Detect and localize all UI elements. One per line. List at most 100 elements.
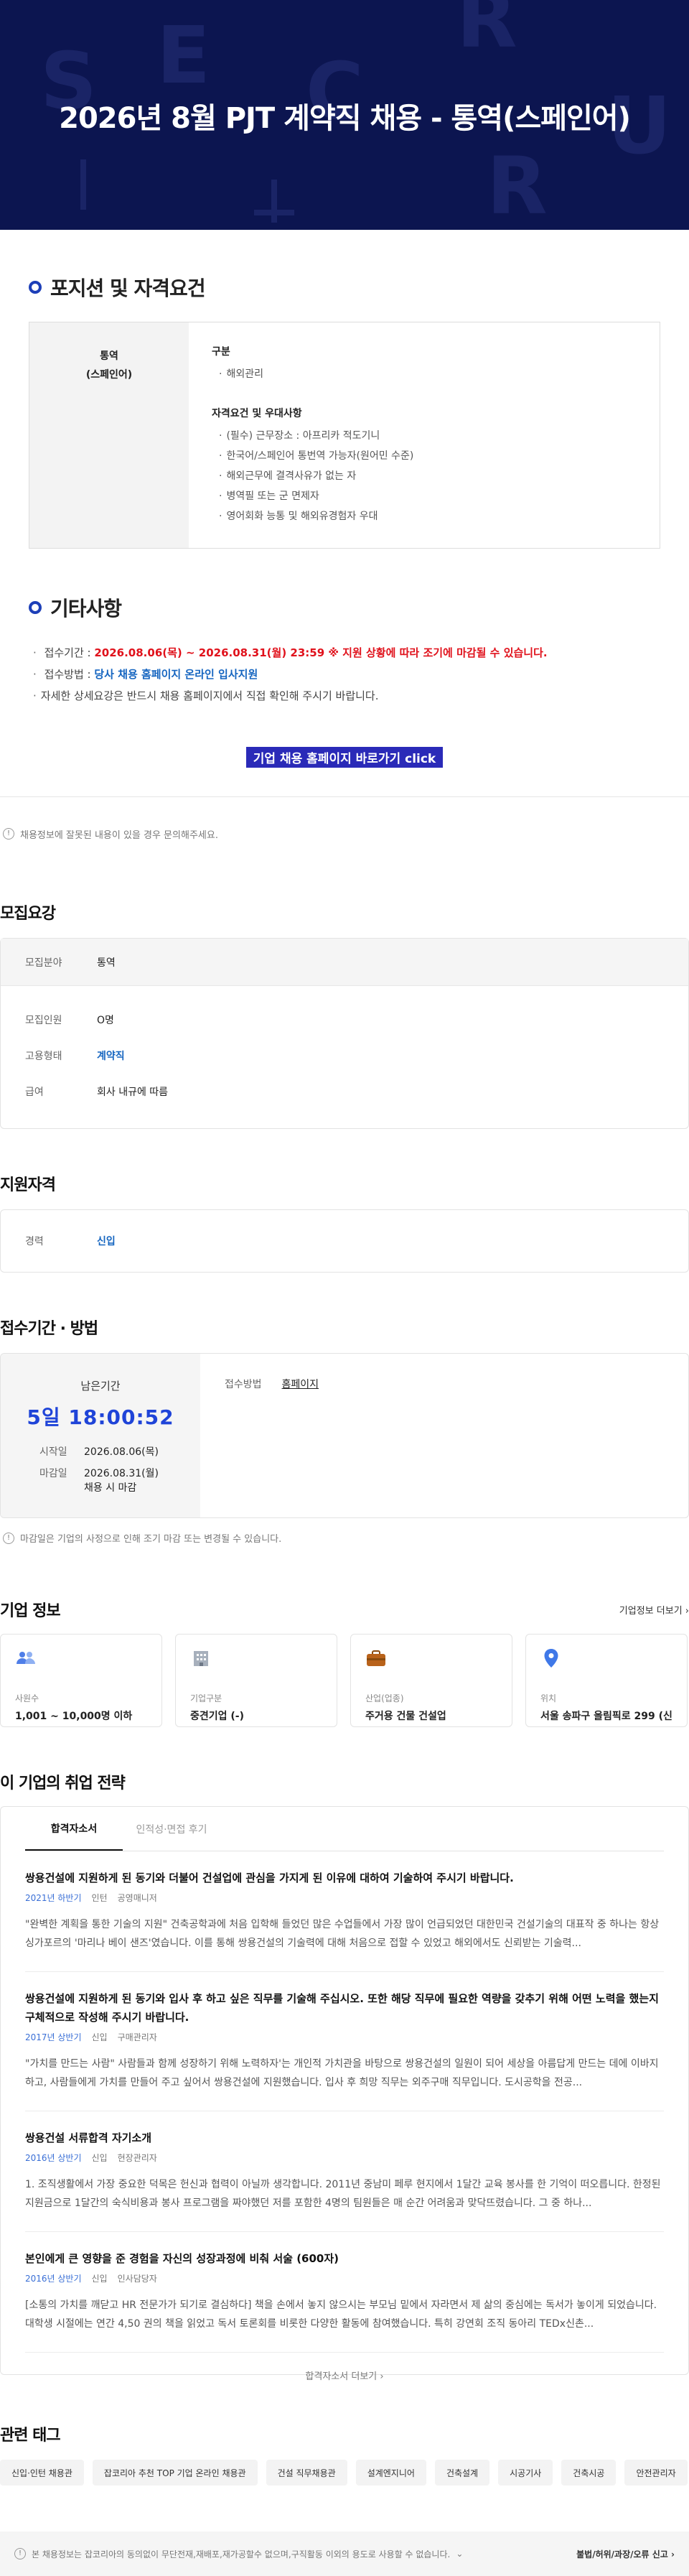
period-box: 남은기간 5일 18:00:52 시작일 2026.08.06(목) 마감일 2…: [0, 1353, 689, 1518]
period-countdown: 남은기간 5일 18:00:52 시작일 2026.08.06(목) 마감일 2…: [1, 1354, 200, 1517]
career-value-link[interactable]: 신입: [97, 1234, 116, 1248]
company-header: 기업 정보 기업정보 더보기 ›: [0, 1598, 689, 1621]
remain-timer: 5일 18:00:52: [27, 1405, 174, 1429]
recruit-row: 급여 회사 내규에 따름: [1, 1074, 688, 1110]
recruit-row-value: 회사 내규에 따름: [97, 1087, 169, 1098]
article-dept: 인사담당자: [117, 2274, 157, 2284]
hero-bg-letter: R: [456, 0, 517, 65]
end-note: 채용 시 마감: [84, 1482, 137, 1494]
tag-item[interactable]: 건축시공: [561, 2460, 617, 2486]
company-more-text: 기업정보 더보기: [619, 1605, 683, 1617]
article-title: 쌍용건설 서류합격 자기소개: [25, 2131, 152, 2144]
article-meta: 2021년 하반기 인턴 공영매니저: [25, 1892, 664, 1904]
card-value: 서울 송파구 올림픽로 299 (신천...: [540, 1711, 672, 1722]
period-title: 접수기간 · 방법: [0, 1320, 98, 1338]
strategy-tabs: 합격자소서 인적성·면접 후기: [25, 1807, 664, 1851]
hero-bg-bar: [271, 180, 277, 223]
apply-method-line: 접수방법 : 당사 채용 홈페이지 온라인 입사지원: [29, 664, 660, 685]
company-cards: 사원수 1,001 ~ 10,000명 이하 기업구분 중견기업 (-) 산업(…: [0, 1634, 689, 1727]
tab-interview-review[interactable]: 인적성·면접 후기: [123, 1807, 220, 1851]
article-year: 2017년 상반기: [25, 2032, 82, 2042]
qualification-table: 통역 (스페인어) 구분 해외관리 자격요건 및 우대사항 (필수) 근무장소 …: [29, 322, 660, 549]
division-label: 구분: [212, 346, 230, 358]
etc-heading-text: 기타사항: [50, 597, 122, 620]
article-body: "완벽한 계획을 통한 기술의 지원" 건축공학과에 처음 입학해 들었던 많은…: [25, 1919, 660, 1949]
qual-item: 병역필 또는 군 면제자: [212, 486, 637, 506]
footer-notice: ! 본 채용정보는 잡코리아의 동의없이 무단전재,재배포,재가공할수 없으며,…: [14, 2548, 463, 2560]
hero-bg-letter: R: [487, 140, 548, 230]
recruit-field-row: 모집분야 통역: [1, 939, 688, 986]
tags-title: 관련 태그: [0, 2427, 61, 2445]
chevron-right-icon: ›: [671, 2549, 675, 2559]
company-card-employees: 사원수 1,001 ~ 10,000명 이하: [0, 1634, 162, 1727]
tag-item[interactable]: 시공기사: [498, 2460, 553, 2486]
tag-item[interactable]: 설계엔지니어: [355, 2460, 426, 2486]
chevron-down-icon[interactable]: ⌄: [456, 2549, 463, 2559]
homepage-link[interactable]: 홈페이지: [282, 1377, 319, 1494]
chevron-right-icon: ›: [380, 2371, 384, 2382]
card-value: 중견기업 (-): [190, 1711, 245, 1722]
article-type: 인턴: [91, 1893, 108, 1903]
article-body: 1. 조직생활에서 가장 중요한 덕목은 헌신과 협력이 아닐까 생각합니다. …: [25, 2179, 661, 2209]
company-homepage-button[interactable]: 기업 채용 홈페이지 바로가기 click: [245, 747, 444, 768]
method-label: 접수방법: [225, 1379, 262, 1390]
etc-note: 자세한 상세요강은 반드시 채용 홈페이지에서 직접 확인해 주시기 바랍니다.: [29, 685, 660, 707]
tag-list: 신입·인턴 채용관 잡코리아 추천 TOP 기업 온라인 채용관 건설 직무채용…: [0, 2460, 689, 2486]
job-name: 통역: [100, 350, 118, 362]
article-meta: 2016년 상반기 신입 현장관리자: [25, 2152, 664, 2164]
recruit-title: 모집요강: [0, 905, 56, 923]
company-card-type: 기업구분 중견기업 (-): [175, 1634, 337, 1727]
cover-letter-item[interactable]: 쌍용건설에 지원하게 된 동기와 입사 후 하고 싶은 직무를 기술해 주십시오…: [25, 1972, 664, 2111]
cover-letter-item[interactable]: 쌍용건설에 지원하게 된 동기와 더불어 건설업에 관심을 가지게 된 이유에 …: [25, 1851, 664, 1972]
qual-item: 해외근무에 결격사유가 없는 자: [212, 466, 637, 486]
period-note: ! 마감일은 기업의 사정으로 인해 조기 마감 또는 변경될 수 있습니다.: [0, 1531, 689, 1545]
apply-period-value: 2026.08.06(목) ~ 2026.08.31(월) 23:59 ※ 지원…: [94, 646, 548, 659]
job-detail-content: 포지션 및 자격요건 통역 (스페인어) 구분 해외관리 자격요건 및 우대사항…: [0, 230, 689, 797]
article-dept: 구매관리자: [117, 2032, 157, 2042]
employment-type-link[interactable]: 계약직: [97, 1048, 125, 1063]
job-hero-banner: E R S C U R 2026년 8월 PJT 계약직 채용 - 통역(스페인…: [0, 0, 689, 230]
tag-item[interactable]: 안전관리자: [624, 2460, 688, 2486]
footer-notice-bar: ! 본 채용정보는 잡코리아의 동의없이 무단전재,재배포,재가공할수 없으며,…: [0, 2531, 689, 2576]
start-date-row: 시작일 2026.08.06(목): [1, 1445, 200, 1459]
recruit-row: 모집인원 O명: [1, 1002, 688, 1038]
strategy-title: 이 기업의 취업 전략: [0, 1775, 126, 1792]
remain-label: 남은기간: [80, 1380, 121, 1392]
card-label: 사원수: [15, 1693, 39, 1703]
card-value: 주거용 건물 건설업: [365, 1711, 446, 1722]
tag-item[interactable]: 신입·인턴 채용관: [0, 2460, 84, 2486]
tab-cover-letter[interactable]: 합격자소서: [25, 1807, 123, 1851]
cover-letter-item[interactable]: 본인에게 큰 영향을 준 경험을 자신의 성장과정에 비춰 서술 (600자) …: [25, 2232, 664, 2353]
end-label: 마감일: [39, 1468, 67, 1479]
cover-letter-more-link[interactable]: 합격자소서 더보기 ›: [25, 2353, 664, 2382]
apply-period-line: 접수기간 : 2026.08.06(목) ~ 2026.08.31(월) 23:…: [29, 642, 660, 664]
tag-item[interactable]: 건축설계: [434, 2460, 490, 2486]
cover-letter-item[interactable]: 쌍용건설 서류합격 자기소개 2016년 상반기 신입 현장관리자 1. 조직생…: [25, 2111, 664, 2232]
card-label: 위치: [540, 1693, 557, 1703]
chevron-right-icon: ›: [685, 1605, 689, 1617]
circle-bullet-icon: [29, 601, 42, 614]
end-date-row: 마감일 2026.08.31(월) 채용 시 마감: [1, 1466, 200, 1495]
info-icon: !: [3, 828, 14, 840]
tag-item[interactable]: 잡코리아 추천 TOP 기업 온라인 채용관: [92, 2460, 258, 2486]
report-link[interactable]: 불법/허위/과장/오류 신고 ›: [576, 2548, 675, 2560]
article-meta: 2017년 상반기 신입 구매관리자: [25, 2031, 664, 2043]
tag-item[interactable]: 건설 직무채용관: [266, 2460, 347, 2486]
circle-bullet-icon: [29, 281, 42, 294]
position-heading-text: 포지션 및 자격요건: [50, 276, 206, 300]
qual-item: 한국어/스페인어 통번역 가능자(원어민 수준): [212, 446, 637, 466]
recruit-row: 고용형태 계약직: [1, 1038, 688, 1074]
article-year: 2021년 하반기: [25, 1893, 82, 1903]
etc-heading: 기타사항: [29, 593, 660, 622]
division-item: 해외관리: [212, 364, 637, 384]
building-icon: [190, 1647, 212, 1669]
period-note-text: 마감일은 기업의 사정으로 인해 조기 마감 또는 변경될 수 있습니다.: [20, 1534, 282, 1545]
card-label: 기업구분: [190, 1693, 222, 1703]
report-notice-text[interactable]: 채용정보에 잘못된 내용이 있을 경우 문의해주세요.: [20, 827, 218, 841]
apply-method-label: 접수방법 :: [44, 668, 95, 681]
qualification-title: 지원자격: [0, 1176, 56, 1194]
info-icon: !: [3, 1532, 14, 1544]
qualification-box: 경력 신입: [0, 1209, 689, 1273]
company-more-link[interactable]: 기업정보 더보기 ›: [619, 1603, 689, 1617]
report-link-text: 불법/허위/과장/오류 신고: [576, 2549, 668, 2559]
